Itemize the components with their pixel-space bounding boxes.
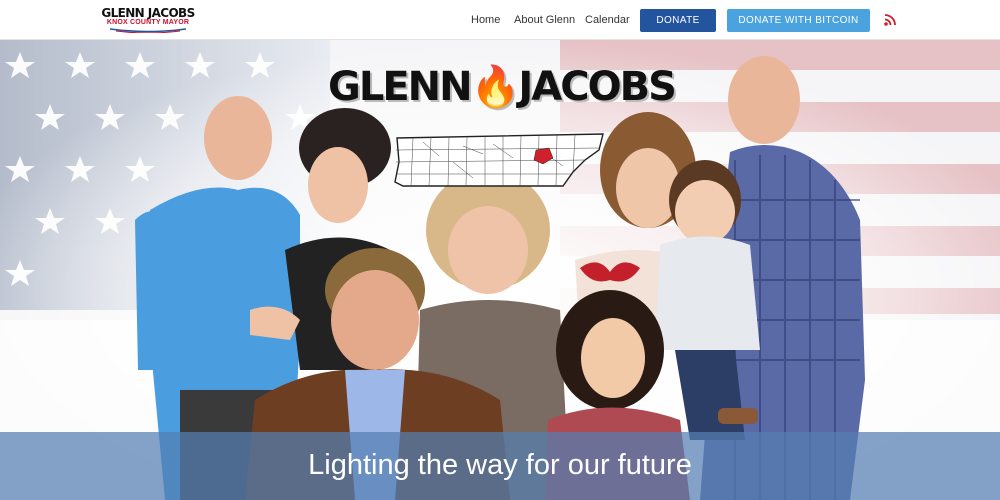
hero-tagline: Lighting the way for our future [308, 449, 692, 481]
nav-calendar[interactable]: Calendar [585, 14, 630, 26]
logo-subtitle: KNOX COUNTY MAYOR [106, 19, 190, 26]
candidate-wordmark: GLENN🔥JACOBS [328, 64, 677, 110]
donate-bitcoin-button[interactable]: DONATE WITH BITCOIN [727, 9, 870, 32]
site-logo[interactable]: GLENN JACOBS KNOX COUNTY MAYOR [100, 7, 196, 35]
nav-home[interactable]: Home [471, 14, 500, 26]
donate-button[interactable]: DONATE [640, 9, 716, 32]
site-header: GLENN JACOBS KNOX COUNTY MAYOR Home Abou… [0, 0, 1000, 40]
nav-about-glenn[interactable]: About Glenn [514, 14, 575, 26]
tennessee-map-icon [394, 133, 604, 187]
wordmark-last: JACOBS [518, 64, 676, 110]
flame-icon: 🔥 [470, 64, 521, 110]
rss-icon[interactable] [884, 13, 897, 26]
wordmark-first: GLENN [328, 64, 473, 110]
logo-swoosh-icon [110, 28, 186, 33]
hero-banner: GLENN🔥JACOBS Lighting the way for our fu… [0, 40, 1000, 500]
